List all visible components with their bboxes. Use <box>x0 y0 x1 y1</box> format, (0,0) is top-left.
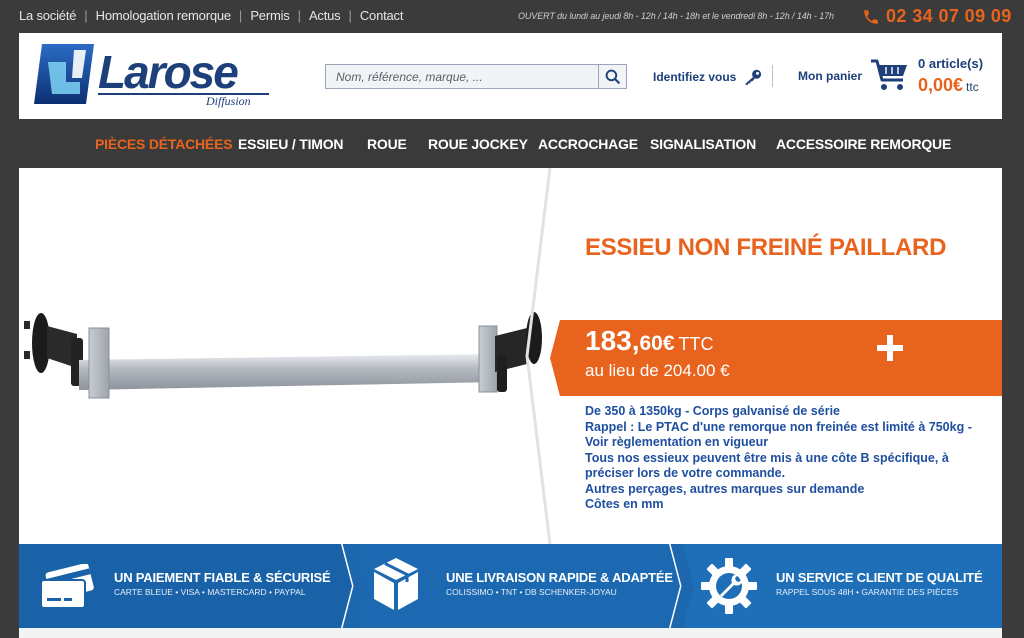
plus-icon[interactable] <box>877 335 903 361</box>
package-icon <box>374 558 418 610</box>
main-panel: Larose Diffusion Identifiez vous Mon pan… <box>19 33 1002 638</box>
feature-subtitle: CARTE BLEUE • VISA • MASTERCARD • PAYPAL <box>114 587 306 597</box>
cart-count: 0 article(s) <box>918 56 984 71</box>
key-icon <box>745 69 762 86</box>
site-logo[interactable]: Larose Diffusion <box>34 38 274 110</box>
nav-essieu-timon[interactable]: ESSIEU / TIMON <box>238 136 344 152</box>
description-line: Côtes en mm <box>585 497 664 511</box>
product-price: 183,60€ TTC <box>585 325 714 357</box>
login-link[interactable]: Identifiez vous <box>653 68 764 86</box>
search-bar <box>325 64 627 89</box>
separator: | <box>297 8 301 23</box>
price-main: 183, <box>585 325 640 356</box>
link-la-societe[interactable]: La société <box>19 8 76 23</box>
top-bar: La société | Homologation remorque | Per… <box>0 0 1024 33</box>
separator: | <box>238 8 243 23</box>
search-button[interactable] <box>598 65 626 88</box>
nav-roue[interactable]: ROUE <box>367 136 407 152</box>
description-line: Voir règlementation en vigueur <box>585 435 769 449</box>
band-dividers <box>19 544 1002 628</box>
description-line: De 350 à 1350kg - Corps galvanisé de sér… <box>585 404 840 418</box>
link-actus[interactable]: Actus <box>309 8 341 23</box>
price-cents: 60€ <box>639 332 675 355</box>
cart-total-suffix: ttc <box>966 80 979 94</box>
old-price: au lieu de 204.00 € <box>585 361 730 380</box>
gear-wrench-icon <box>701 558 757 614</box>
product-title: ESSIEU NON FREINÉ PAILLARD <box>585 234 947 261</box>
description-line: Tous nos essieux peuvent être mis à une … <box>585 450 949 465</box>
logo-subtext: Diffusion <box>205 94 251 108</box>
search-icon <box>605 69 620 84</box>
link-homologation[interactable]: Homologation remorque <box>96 8 231 23</box>
nav-signalisation[interactable]: SIGNALISATION <box>650 136 756 152</box>
search-input[interactable] <box>326 65 598 88</box>
description-line: Rappel : Le PTAC d'une remorque non frei… <box>585 419 972 434</box>
price-suffix: TTC <box>678 334 714 354</box>
product-hero: ESSIEU NON FREINÉ PAILLARD 183,60€ TTC au… <box>19 168 1002 544</box>
nav-pieces-detachees[interactable]: PIÈCES DÉTACHÉES <box>95 136 233 152</box>
separator: | <box>348 8 352 23</box>
phone-icon <box>864 9 878 24</box>
cart-total: 0,00€ ttc <box>918 75 979 96</box>
login-label: Identifiez vous <box>653 70 737 84</box>
feature-subtitle: COLISSIMO • TNT • DB SCHENKER-JOYAU <box>446 587 617 597</box>
link-permis[interactable]: Permis <box>250 8 289 23</box>
feature-title: UN PAIEMENT FIABLE & SÉCURISÉ <box>114 570 331 585</box>
footer-strip <box>19 628 1002 638</box>
phone-link[interactable]: 02 34 07 09 09 <box>862 6 1012 27</box>
main-nav: PIÈCES DÉTACHÉES ESSIEU / TIMON ROUE ROU… <box>19 119 1002 168</box>
header-divider <box>772 65 773 87</box>
phone-number: 02 34 07 09 09 <box>886 6 1012 26</box>
nav-roue-jockey[interactable]: ROUE JOCKEY <box>428 136 528 152</box>
link-contact[interactable]: Contact <box>360 8 404 23</box>
product-description: De 350 à 1350kg - Corps galvanisé de sér… <box>585 404 995 513</box>
feature-title: UN SERVICE CLIENT DE QUALITÉ <box>776 570 983 585</box>
feature-subtitle: RAPPEL SOUS 48H • GARANTIE DES PIÈCES <box>776 587 959 597</box>
cart-total-value: 0,00€ <box>918 75 964 95</box>
logo-text: Larose <box>98 46 238 98</box>
logo-graphic: Larose Diffusion <box>34 44 269 108</box>
credit-card-icon <box>40 564 94 609</box>
cart-icon[interactable] <box>869 58 909 92</box>
product-image[interactable] <box>19 168 564 544</box>
description-line: Autres perçages, autres marques sur dema… <box>585 481 865 496</box>
cart-label[interactable]: Mon panier <box>798 69 862 83</box>
features-band: UN PAIEMENT FIABLE & SÉCURISÉ CARTE BLEU… <box>19 544 1002 628</box>
description-line: préciser lors de votre commande. <box>585 466 786 480</box>
feature-title: UNE LIVRAISON RAPIDE & ADAPTÉE <box>446 570 673 585</box>
separator: | <box>84 8 88 23</box>
opening-hours: OUVERT du lundi au jeudi 8h - 12h / 14h … <box>518 11 834 21</box>
top-links: La société | Homologation remorque | Per… <box>19 8 403 23</box>
nav-accessoire-remorque[interactable]: ACCESSOIRE REMORQUE <box>776 136 951 152</box>
nav-accrochage[interactable]: ACCROCHAGE <box>538 136 638 152</box>
